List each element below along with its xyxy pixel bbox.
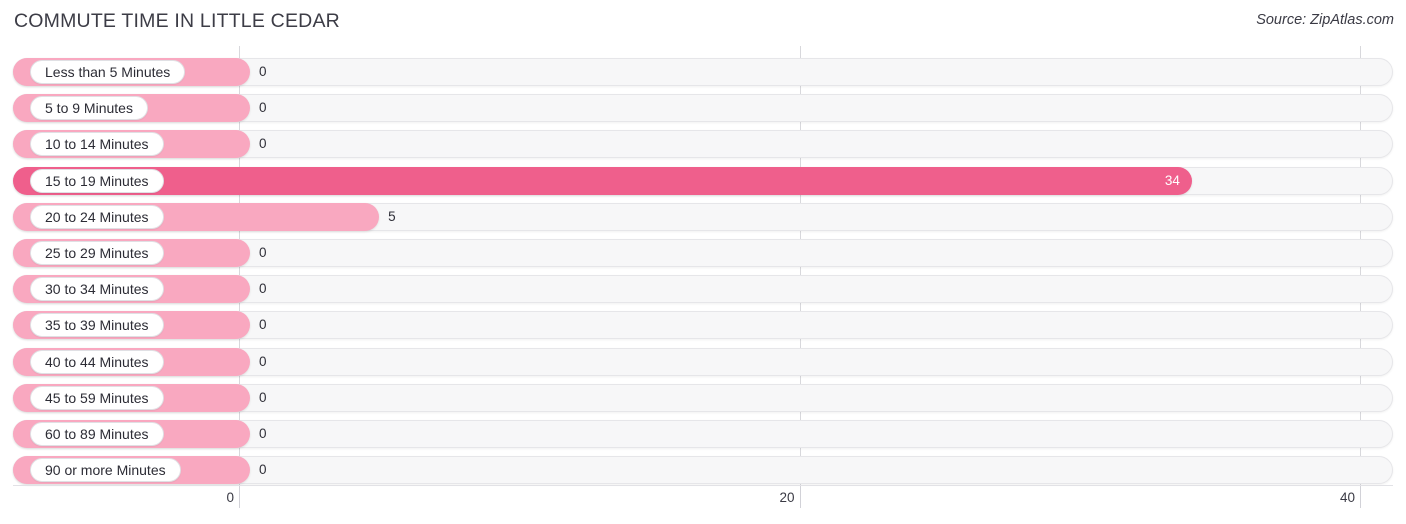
bar-row[interactable]: 10 to 14 Minutes 0 bbox=[0, 127, 1406, 163]
category-label: 5 to 9 Minutes bbox=[30, 96, 148, 121]
bar-row[interactable]: 5 to 9 Minutes 0 bbox=[0, 91, 1406, 127]
category-label: 15 to 19 Minutes bbox=[30, 168, 164, 193]
source-label: Source: ZipAtlas.com bbox=[1256, 12, 1394, 28]
bar-row[interactable]: 30 to 34 Minutes 0 bbox=[0, 272, 1406, 308]
x-tick-mark bbox=[799, 486, 801, 508]
category-label: 90 or more Minutes bbox=[30, 458, 181, 483]
plot-area: Less than 5 Minutes 0 5 to 9 Minutes 0 10 to… bbox=[0, 46, 1406, 486]
x-tick-label: 20 bbox=[779, 490, 795, 505]
bar-value-label: 0 bbox=[259, 426, 267, 441]
bar-value-label: 5 bbox=[388, 208, 396, 224]
bar-value-label: 0 bbox=[259, 462, 267, 478]
category-label: 20 to 24 Minutes bbox=[30, 204, 164, 229]
bar-value-label: 0 bbox=[259, 317, 267, 333]
x-tick-mark bbox=[1360, 486, 1361, 508]
bar-value-label: 0 bbox=[259, 100, 267, 116]
bar-value-label: 0 bbox=[259, 353, 267, 369]
category-label: 60 to 89 Minutes bbox=[30, 422, 164, 446]
bar-value-label: 0 bbox=[259, 245, 267, 260]
category-label: 45 to 59 Minutes bbox=[30, 385, 164, 410]
chart-header: COMMUTE TIME IN LITTLE CEDAR Source: Zip… bbox=[0, 0, 1406, 46]
category-label: 35 to 39 Minutes bbox=[30, 313, 164, 338]
x-axis: 0 20 40 bbox=[0, 486, 1406, 524]
x-tick-mark bbox=[239, 486, 240, 508]
bar-row[interactable]: 60 to 89 Minutes 0 bbox=[0, 417, 1406, 453]
bar-row[interactable]: 15 to 19 Minutes 34 bbox=[0, 164, 1406, 200]
bar-row[interactable]: Less than 5 Minutes 0 bbox=[0, 55, 1406, 91]
bar-value-label: 0 bbox=[259, 281, 267, 297]
category-label: Less than 5 Minutes bbox=[30, 60, 186, 84]
bar-value-label: 34 bbox=[1164, 172, 1180, 188]
bar-row[interactable]: 90 or more Minutes 0 bbox=[0, 453, 1406, 489]
category-label: 25 to 29 Minutes bbox=[30, 241, 164, 265]
bar-row[interactable]: 20 to 24 Minutes 5 bbox=[0, 200, 1406, 236]
page-title: COMMUTE TIME IN LITTLE CEDAR bbox=[14, 10, 340, 32]
category-label: 40 to 44 Minutes bbox=[30, 349, 164, 374]
x-tick-label: 40 bbox=[1339, 490, 1355, 505]
x-tick-label: 0 bbox=[226, 490, 234, 505]
bar-value-label: 0 bbox=[259, 389, 267, 405]
bar-value-label: 0 bbox=[259, 136, 267, 152]
bar[interactable] bbox=[13, 166, 1192, 195]
category-label: 30 to 34 Minutes bbox=[30, 277, 164, 302]
bar-row[interactable]: 45 to 59 Minutes 0 bbox=[0, 381, 1406, 417]
bar-row[interactable]: 40 to 44 Minutes 0 bbox=[0, 345, 1406, 381]
chart-page: COMMUTE TIME IN LITTLE CEDAR Source: Zip… bbox=[0, 0, 1406, 524]
category-label: 10 to 14 Minutes bbox=[30, 132, 164, 157]
bar-value-label: 0 bbox=[259, 64, 267, 79]
bar-row[interactable]: 25 to 29 Minutes 0 bbox=[0, 236, 1406, 272]
bar-row[interactable]: 35 to 39 Minutes 0 bbox=[0, 308, 1406, 344]
